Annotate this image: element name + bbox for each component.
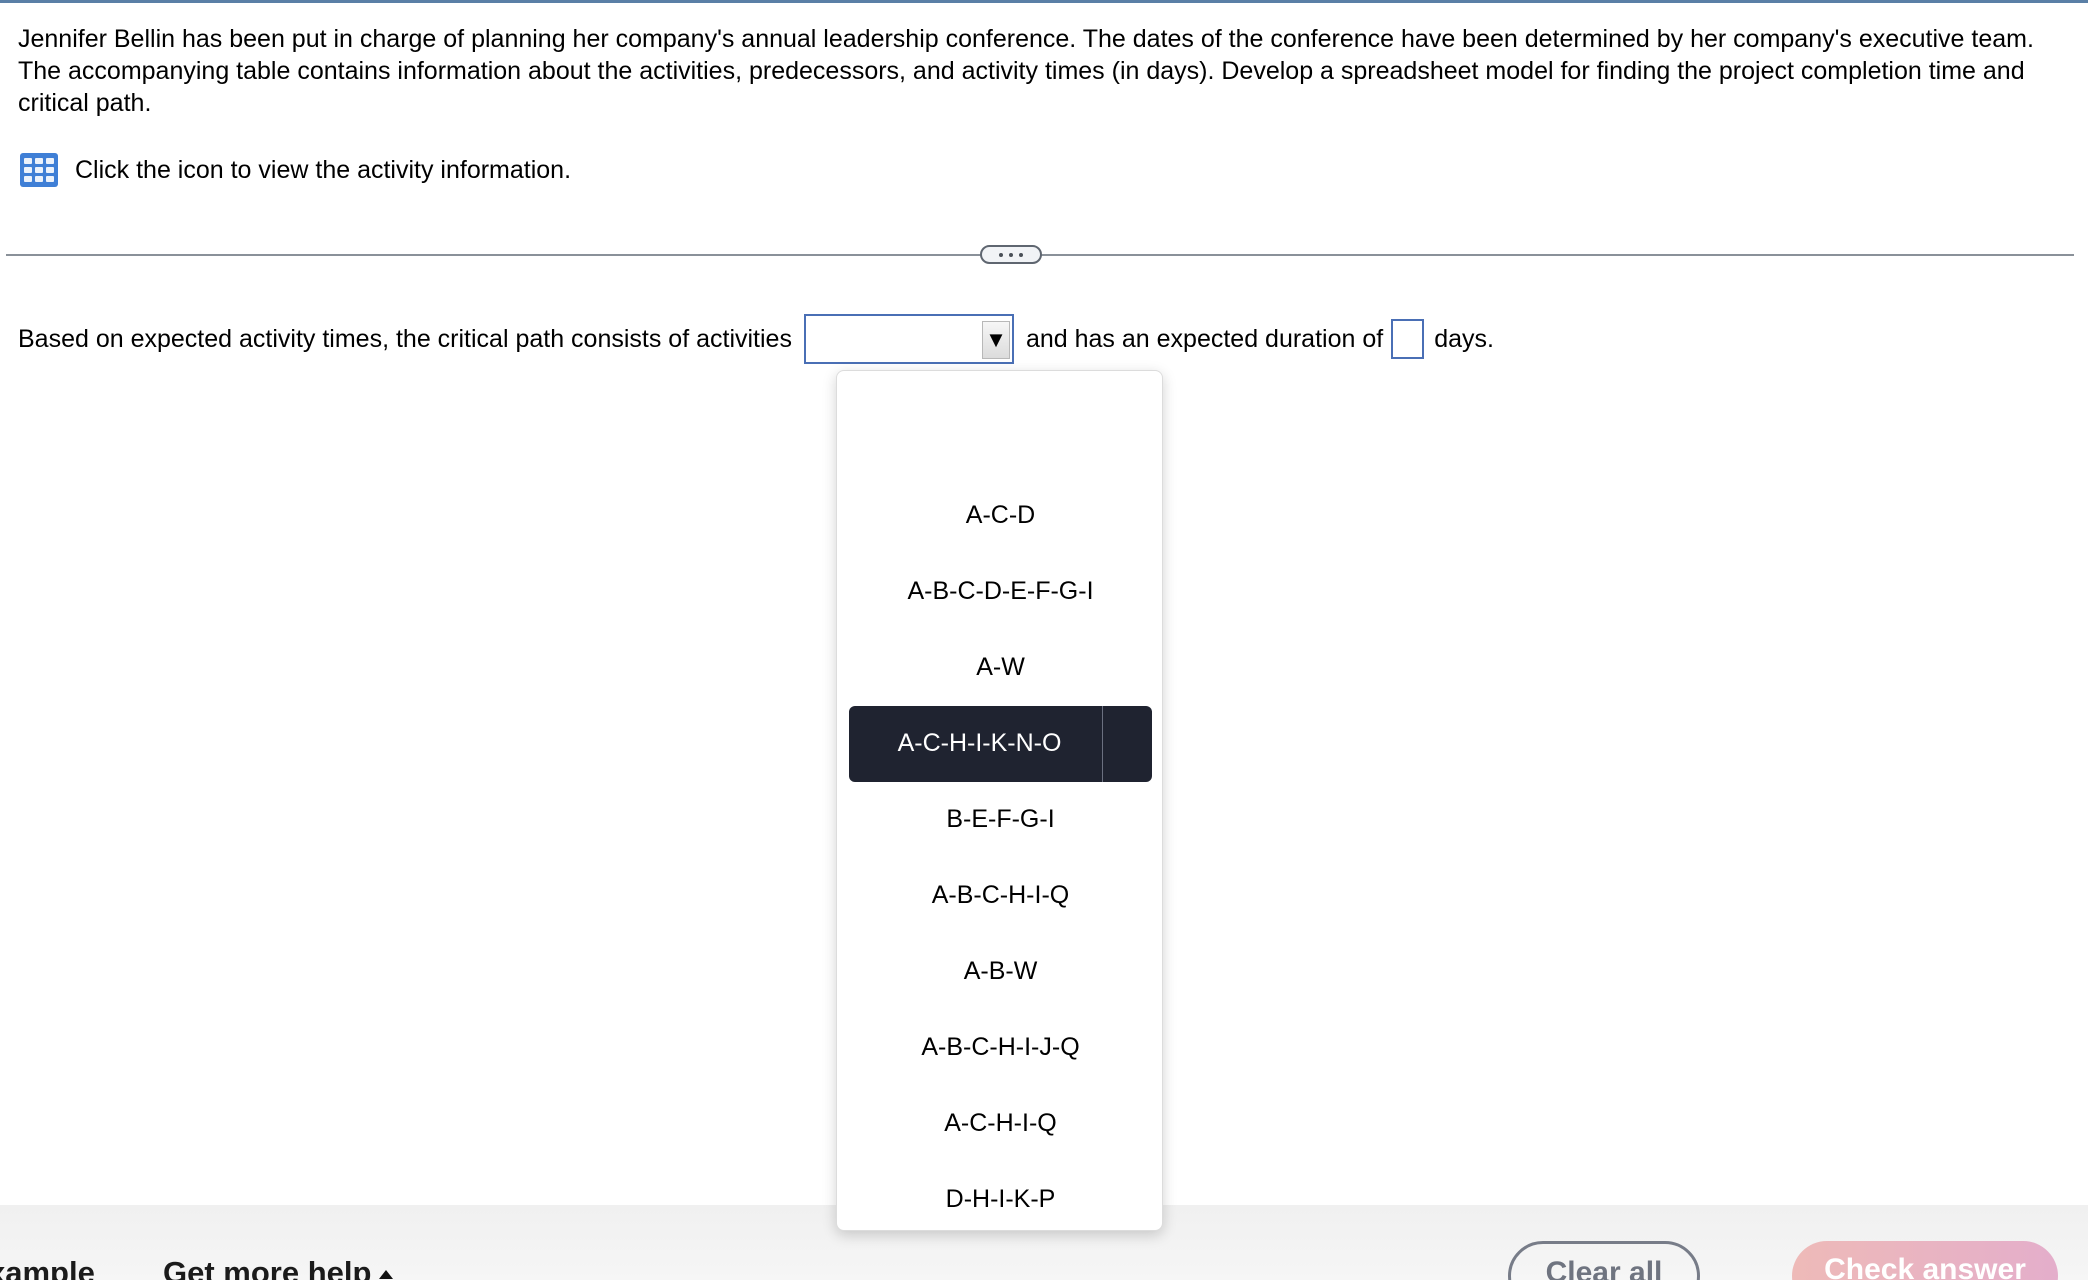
dropdown-option-label: A-B-C-D-E-F-G-I	[907, 577, 1094, 606]
dropdown-option[interactable]: A-B-C-H-I-Q	[849, 858, 1152, 934]
activity-info-row: Click the icon to view the activity info…	[20, 153, 571, 187]
clear-all-button[interactable]: Clear all	[1508, 1241, 1700, 1280]
view-example-link[interactable]: xample	[0, 1255, 95, 1280]
dropdown-option-label: D-H-I-K-P	[945, 1185, 1056, 1214]
caret-up-icon	[379, 1270, 394, 1280]
dropdown-option-label: A-C-D	[965, 501, 1036, 530]
dropdown-option[interactable]: A-C-D	[849, 478, 1152, 554]
dropdown-option[interactable]: A-C-H-I-K-N-O	[849, 705, 1152, 782]
question-suffix: days.	[1434, 324, 1494, 353]
question-row: Based on expected activity times, the cr…	[18, 314, 1494, 364]
activity-info-text: Click the icon to view the activity info…	[75, 155, 572, 184]
dropdown-option-blank[interactable]	[849, 402, 1152, 478]
dropdown-option[interactable]: B-E-F-G-I	[849, 782, 1152, 858]
dropdown-option-label: A-B-W	[963, 957, 1038, 986]
dropdown-option[interactable]: D-H-I-K-P	[849, 1162, 1152, 1238]
dropdown-option-label: A-B-C-H-I-J-Q	[921, 1033, 1080, 1062]
critical-path-options-list: A-C-D A-B-C-D-E-F-G-I A-W A-C-H-I-K-N-O B-E-…	[836, 370, 1163, 1231]
dropdown-option[interactable]: A-B-C-D-E-F-G-I	[849, 554, 1152, 630]
question-middle: and has an expected duration of	[1025, 324, 1384, 353]
dropdown-option[interactable]: A-W	[849, 630, 1152, 706]
dropdown-option-label: A-C-H-I-K-N-O	[897, 729, 1062, 758]
dropdown-arrow-icon[interactable]: ▼	[981, 321, 1010, 359]
dropdown-option-label: A-W	[976, 653, 1025, 682]
dropdown-option[interactable]: A-C-H-I-Q	[849, 1086, 1152, 1162]
get-more-help-link[interactable]: Get more help	[163, 1255, 394, 1280]
get-more-help-label: Get more help	[163, 1255, 372, 1280]
dropdown-option-label: A-C-H-I-Q	[944, 1109, 1057, 1138]
critical-path-select[interactable]: ▼	[803, 314, 1014, 364]
question-prefix: Based on expected activity times, the cr…	[18, 324, 792, 353]
table-grid-icon[interactable]	[20, 153, 58, 187]
check-answer-button[interactable]: Check answer	[1792, 1241, 2058, 1280]
problem-statement: Jennifer Bellin has been put in charge o…	[18, 25, 2034, 117]
dropdown-option-label: A-B-C-H-I-Q	[931, 881, 1070, 910]
question-page: Jennifer Bellin has been put in charge o…	[0, 0, 2088, 1280]
ellipsis-icon[interactable]	[980, 245, 1042, 264]
dropdown-option[interactable]: A-B-W	[849, 934, 1152, 1010]
dropdown-option[interactable]: A-B-C-H-I-J-Q	[849, 1010, 1152, 1086]
duration-input[interactable]	[1391, 319, 1425, 359]
dropdown-option-label: B-E-F-G-I	[946, 805, 1055, 834]
